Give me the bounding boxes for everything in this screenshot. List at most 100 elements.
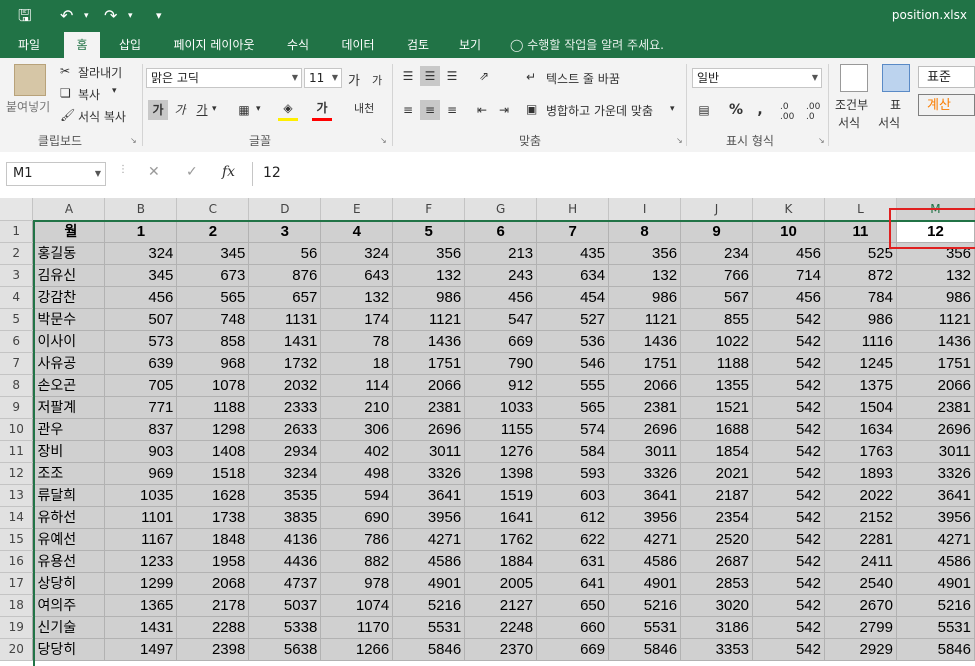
column-header-d[interactable]: D — [248, 198, 322, 221]
copy-button[interactable]: 복사 — [78, 86, 100, 103]
cell[interactable]: 784 — [824, 286, 897, 309]
cell[interactable]: 2696 — [392, 418, 466, 441]
cell[interactable]: 855 — [680, 308, 754, 331]
cell[interactable]: 3011 — [896, 440, 975, 463]
cell[interactable]: 2066 — [392, 374, 466, 397]
cell[interactable]: 542 — [752, 418, 825, 441]
cell[interactable]: 2187 — [680, 484, 754, 507]
row-header[interactable]: 7 — [0, 352, 34, 375]
cell[interactable]: 1121 — [896, 308, 975, 331]
cell[interactable]: 243 — [464, 264, 538, 287]
row-header[interactable]: 9 — [0, 396, 34, 419]
cell[interactable]: 2178 — [176, 594, 250, 617]
conditional-formatting-icon[interactable] — [840, 64, 868, 92]
cell[interactable]: 1436 — [608, 330, 682, 353]
decrease-indent-icon[interactable]: ⇤ — [472, 100, 492, 120]
cell[interactable]: 2288 — [176, 616, 250, 639]
align-right-icon[interactable]: ≡ — [442, 100, 462, 120]
formula-input[interactable]: 12 — [252, 162, 975, 186]
cell[interactable]: 1155 — [464, 418, 538, 441]
cell[interactable]: 1375 — [824, 374, 897, 397]
cell[interactable]: 565 — [536, 396, 610, 419]
cell[interactable]: 4901 — [896, 572, 975, 595]
column-header-f[interactable]: F — [392, 198, 466, 221]
cell[interactable]: 837 — [104, 418, 178, 441]
cell[interactable]: 1365 — [104, 594, 178, 617]
cell[interactable]: 3956 — [392, 506, 466, 529]
name-box[interactable]: M1 ▼ — [6, 162, 106, 186]
tab-data[interactable]: 데이터 — [330, 32, 386, 58]
cell[interactable]: 4 — [320, 220, 394, 243]
paste-icon[interactable] — [14, 64, 46, 96]
cell[interactable]: 1355 — [680, 374, 754, 397]
column-header-h[interactable]: H — [536, 198, 610, 221]
cell[interactable]: 690 — [320, 506, 394, 529]
cell[interactable]: 4271 — [392, 528, 466, 551]
row-header[interactable]: 10 — [0, 418, 34, 441]
column-header-i[interactable]: I — [608, 198, 682, 221]
cell[interactable]: 748 — [176, 308, 250, 331]
cell[interactable]: 류달희 — [32, 484, 106, 507]
row-header[interactable]: 16 — [0, 550, 34, 573]
cell[interactable]: 2398 — [176, 638, 250, 661]
cell[interactable]: 2370 — [464, 638, 538, 661]
cell[interactable]: 542 — [752, 440, 825, 463]
cell[interactable]: 2381 — [608, 396, 682, 419]
cell[interactable]: 2152 — [824, 506, 897, 529]
column-header-b[interactable]: B — [104, 198, 178, 221]
cell[interactable]: 631 — [536, 550, 610, 573]
cell[interactable]: 5216 — [392, 594, 466, 617]
save-icon[interactable]: 🖫 — [18, 6, 32, 26]
cell[interactable]: 6 — [464, 220, 538, 243]
grow-font-button[interactable]: 가 — [348, 70, 360, 89]
conditional-formatting-label-1[interactable]: 조건부 — [835, 96, 868, 113]
row-header[interactable]: 1 — [0, 220, 34, 243]
clipboard-launcher-icon[interactable]: ↘ — [130, 136, 137, 145]
select-all-corner[interactable] — [0, 198, 34, 221]
cell[interactable]: 903 — [104, 440, 178, 463]
cell[interactable]: 555 — [536, 374, 610, 397]
cell[interactable]: 3956 — [896, 506, 975, 529]
cell[interactable]: 324 — [320, 242, 394, 265]
cell[interactable]: 1521 — [680, 396, 754, 419]
cell[interactable]: 1298 — [176, 418, 250, 441]
cell[interactable]: 858 — [176, 330, 250, 353]
merge-center-button[interactable]: 병합하고 가운데 맞춤 — [546, 102, 653, 119]
format-painter-icon[interactable]: 🖌 — [60, 108, 75, 122]
cell[interactable]: 650 — [536, 594, 610, 617]
cell[interactable]: 1519 — [464, 484, 538, 507]
cell[interactable]: 547 — [464, 308, 538, 331]
cell[interactable]: 213 — [464, 242, 538, 265]
cell[interactable]: 1431 — [104, 616, 178, 639]
cell[interactable]: 872 — [824, 264, 897, 287]
cell[interactable]: 여의주 — [32, 594, 106, 617]
number-launcher-icon[interactable]: ↘ — [818, 136, 825, 145]
tab-review[interactable]: 검토 — [396, 32, 440, 58]
cell[interactable]: 402 — [320, 440, 394, 463]
cell[interactable]: 3353 — [680, 638, 754, 661]
cell[interactable]: 10 — [752, 220, 825, 243]
cell[interactable]: 435 — [536, 242, 610, 265]
cell[interactable]: 542 — [752, 308, 825, 331]
cell[interactable]: 2929 — [824, 638, 897, 661]
increase-decimal-button[interactable]: .0 .00 — [780, 102, 802, 122]
cell[interactable]: 2520 — [680, 528, 754, 551]
row-header[interactable]: 5 — [0, 308, 34, 331]
redo-icon[interactable]: ↷ — [104, 6, 117, 26]
cell[interactable]: 876 — [248, 264, 322, 287]
cell[interactable]: 5216 — [608, 594, 682, 617]
cell[interactable]: 1893 — [824, 462, 897, 485]
row-header[interactable]: 19 — [0, 616, 34, 639]
copy-dropdown-icon[interactable]: ▾ — [112, 86, 117, 96]
cell[interactable]: 8 — [608, 220, 682, 243]
increase-indent-icon[interactable]: ⇥ — [494, 100, 514, 120]
cell[interactable]: 2540 — [824, 572, 897, 595]
row-header[interactable]: 12 — [0, 462, 34, 485]
cell[interactable]: 2066 — [896, 374, 975, 397]
align-left-icon[interactable]: ≡ — [398, 100, 418, 120]
cell[interactable]: 790 — [464, 352, 538, 375]
format-as-table-icon[interactable] — [882, 64, 910, 92]
cell[interactable]: 4586 — [392, 550, 466, 573]
column-header-j[interactable]: J — [680, 198, 754, 221]
cell[interactable]: 3326 — [392, 462, 466, 485]
